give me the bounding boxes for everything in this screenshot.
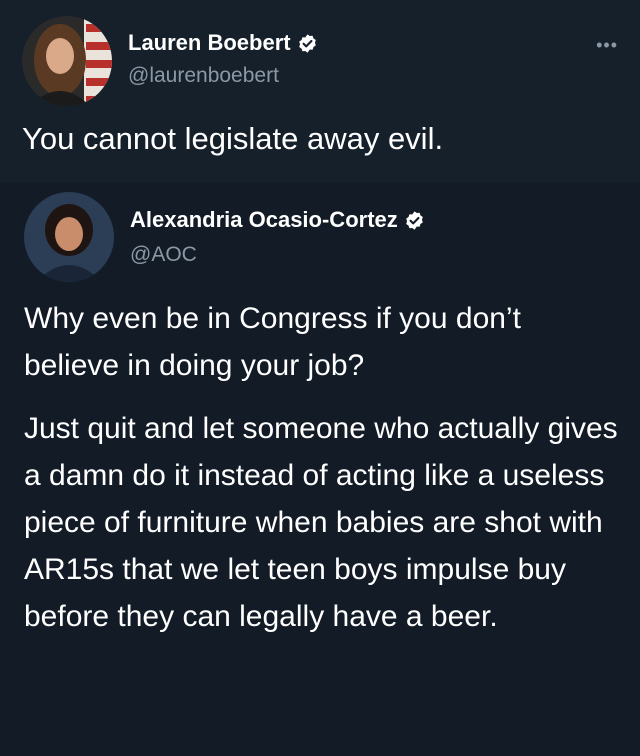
verified-badge-icon xyxy=(297,33,318,54)
author-avatar[interactable] xyxy=(22,16,112,106)
author-name-row: Lauren Boebert xyxy=(128,30,318,56)
quoted-tweet-paragraph-2: Just quit and let someone who actually g… xyxy=(24,412,618,633)
quoted-author-handle[interactable]: @AOC xyxy=(130,243,197,267)
more-options-icon[interactable]: ••• xyxy=(596,36,618,54)
quoted-author-name[interactable]: Alexandria Ocasio-Cortez xyxy=(130,207,398,233)
verified-badge-icon xyxy=(404,210,425,231)
tweet-card[interactable]: Lauren Boebert @laurenboebert ••• You ca… xyxy=(0,0,640,756)
quoted-tweet-paragraph-1: Why even be in Congress if you don’t bel… xyxy=(24,302,521,382)
quoted-author-avatar[interactable] xyxy=(24,192,114,282)
tweet-text: You cannot legislate away evil. xyxy=(22,121,444,156)
author-name[interactable]: Lauren Boebert xyxy=(128,30,291,56)
tweet-header: Lauren Boebert @laurenboebert ••• xyxy=(22,16,622,106)
quoted-tweet-header: Alexandria Ocasio-Cortez @AOC xyxy=(24,187,584,282)
quoted-tweet[interactable]: Alexandria Ocasio-Cortez @AOC Why even b… xyxy=(0,183,640,756)
quoted-author-name-row: Alexandria Ocasio-Cortez xyxy=(130,207,425,233)
author-handle[interactable]: @laurenboebert xyxy=(128,64,279,88)
